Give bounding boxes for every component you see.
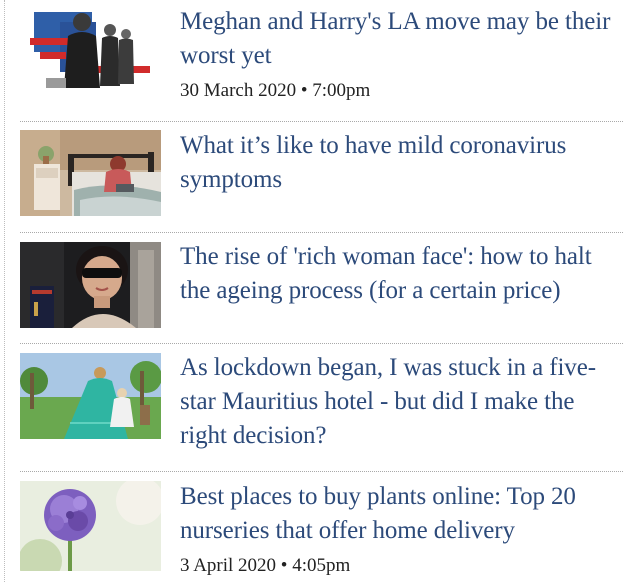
article-thumbnail[interactable] [20,481,161,571]
article-headline-link[interactable]: The rise of 'rich woman face': how to ha… [180,240,623,308]
allium-flower-image [20,481,161,571]
collage-image [20,8,161,96]
article-text: As lockdown began, I was stuck in a five… [180,351,623,453]
article-headline-link[interactable]: Best places to buy plants online: Top 20… [180,480,623,548]
article-item[interactable]: The rise of 'rich woman face': how to ha… [20,233,623,343]
article-thumbnail[interactable] [20,353,161,439]
article-headline-link[interactable]: Meghan and Harry's LA move may be their … [180,5,623,73]
left-dotted-rail [4,0,5,582]
bedroom-image [20,130,161,216]
garden-image [20,353,161,439]
article-item[interactable]: What it’s like to have mild coronavirus … [20,122,623,232]
article-text: Best places to buy plants online: Top 20… [180,480,623,578]
article-headline-link[interactable]: What it’s like to have mild coronavirus … [180,129,623,197]
article-item[interactable]: Best places to buy plants online: Top 20… [20,472,623,582]
article-text: Meghan and Harry's LA move may be their … [180,5,623,103]
article-headline-link[interactable]: As lockdown began, I was stuck in a five… [180,351,623,453]
article-text: The rise of 'rich woman face': how to ha… [180,240,623,308]
article-thumbnail[interactable] [20,130,161,216]
article-item[interactable]: Meghan and Harry's LA move may be their … [20,0,623,120]
article-thumbnail[interactable] [20,242,161,328]
article-thumbnail[interactable] [20,8,161,96]
article-item[interactable]: As lockdown began, I was stuck in a five… [20,344,623,471]
portrait-image [20,242,161,328]
article-text: What it’s like to have mild coronavirus … [180,129,623,197]
article-date: 3 April 2020 • 4:05pm [180,555,351,576]
article-date: 30 March 2020 • 7:00pm [180,80,371,101]
